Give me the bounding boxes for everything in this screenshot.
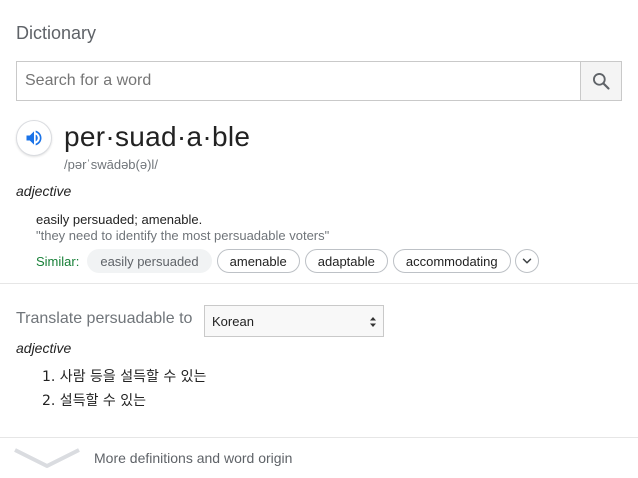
part-of-speech: adjective [16,183,72,199]
speaker-icon [26,130,42,146]
select-arrows-icon [370,317,376,327]
example-sentence: "they need to identify the most persuada… [36,228,330,243]
dictionary-title: Dictionary [16,23,97,43]
similar-chip[interactable]: easily persuaded [87,249,212,273]
similar-chip[interactable]: amenable [216,249,300,273]
similar-chip[interactable]: accommodating [392,249,511,273]
search-button[interactable] [580,62,621,100]
translation-item: 2. 설득할 수 있는 [42,393,146,409]
more-definitions-link[interactable]: More definitions and word origin [94,450,292,466]
language-select[interactable]: Korean [204,305,384,337]
language-select-value: Korean [212,313,254,329]
translation-item: 1. 사람 등을 설득할 수 있는 [42,369,207,385]
chevron-down-icon[interactable] [14,446,80,470]
pronunciation-button[interactable] [16,120,52,156]
footer-divider [0,437,638,438]
search-input[interactable] [17,62,581,100]
translate-label: Translate persuadable to [16,310,193,327]
definition-text: easily persuaded; amenable. [36,212,203,227]
chevron-down-icon [522,258,531,264]
headword: per·suad·a·ble [64,121,251,152]
phonetic-spelling: /pərˈswādəb(ə)l/ [64,157,158,172]
search-box [16,61,622,101]
translation-part-of-speech: adjective [16,340,72,356]
search-icon [593,73,610,90]
similar-label: Similar: [36,253,80,269]
expand-similar-button[interactable] [514,249,539,273]
similar-chip[interactable]: adaptable [304,249,388,273]
dictionary-card: Dictionary per·suad·a·ble /pərˈswādəb(ə)… [0,0,638,478]
similar-words-row: Similar: easily persuaded amenable adapt… [36,249,539,273]
section-divider [0,283,638,284]
